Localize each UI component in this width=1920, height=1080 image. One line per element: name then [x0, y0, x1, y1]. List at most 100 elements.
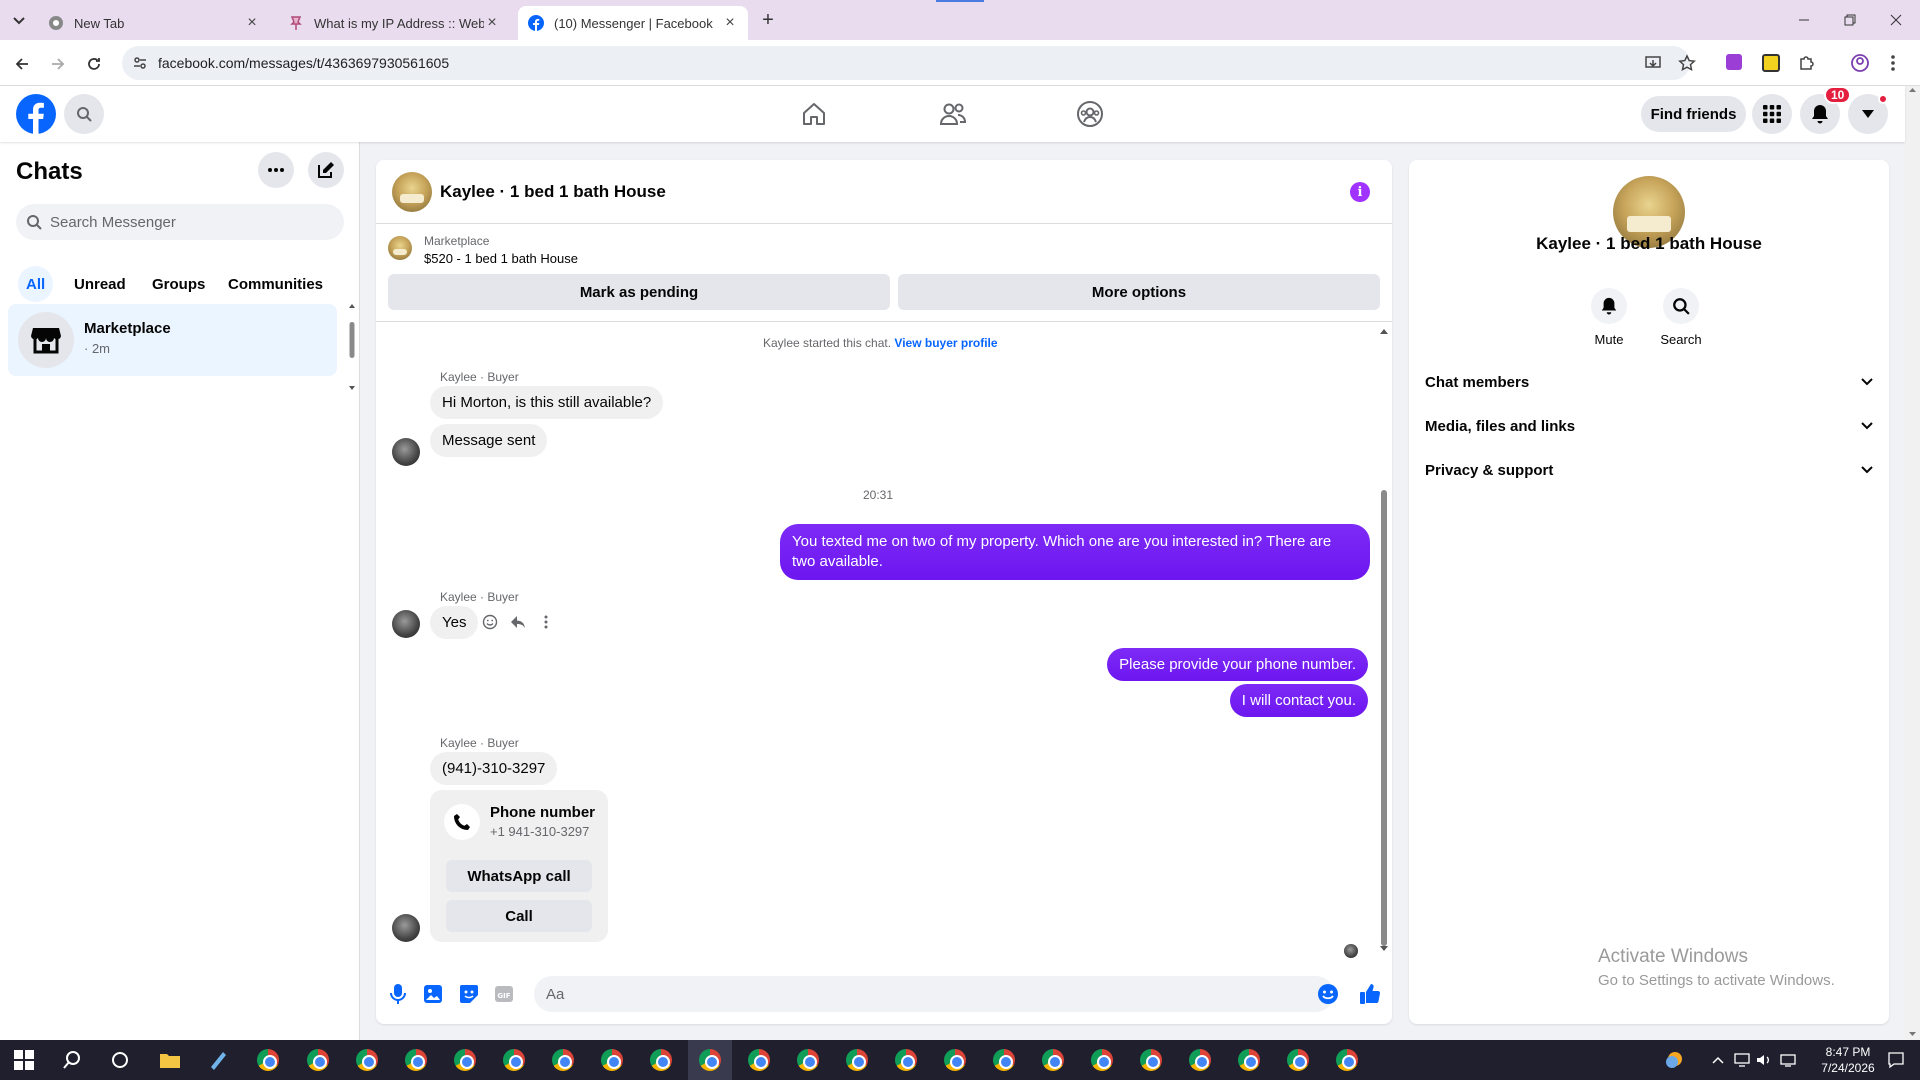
browser-menu-icon[interactable]	[1890, 53, 1896, 73]
bookmark-star-icon[interactable]	[1678, 54, 1696, 72]
incoming-message[interactable]: Message sent	[430, 424, 548, 457]
extension-purple-icon[interactable]	[1726, 54, 1742, 70]
forward-button[interactable]	[46, 52, 70, 76]
chrome-icon[interactable]	[796, 1048, 820, 1072]
chevron-up-icon[interactable]	[1706, 1048, 1730, 1072]
mark-as-pending-button[interactable]: Mark as pending	[388, 274, 890, 310]
chat-options-button[interactable]	[258, 152, 294, 188]
call-button[interactable]: Call	[446, 900, 592, 932]
weather-icon[interactable]	[1662, 1048, 1686, 1072]
notepad-icon[interactable]	[206, 1048, 230, 1072]
extension-yellow-icon[interactable]	[1762, 54, 1780, 72]
outgoing-message[interactable]: You texted me on two of my property. Whi…	[780, 524, 1370, 580]
close-icon[interactable]: ×	[244, 15, 260, 31]
chrome-icon[interactable]	[600, 1048, 624, 1072]
media-files-links-section[interactable]: Media, files and links	[1425, 406, 1873, 446]
display-icon[interactable]	[1730, 1048, 1754, 1072]
reload-button[interactable]	[82, 52, 106, 76]
chrome-icon[interactable]	[404, 1048, 428, 1072]
groups-icon[interactable]	[1074, 98, 1106, 130]
buyer-avatar[interactable]	[392, 914, 420, 942]
whatsapp-call-button[interactable]: WhatsApp call	[446, 860, 592, 892]
chrome-icon[interactable]	[1286, 1048, 1310, 1072]
chrome-icon[interactable]	[698, 1048, 722, 1072]
chrome-icon[interactable]	[1139, 1048, 1163, 1072]
chrome-icon[interactable]	[943, 1048, 967, 1072]
chrome-icon[interactable]	[453, 1048, 477, 1072]
incoming-message[interactable]: Hi Morton, is this still available?	[430, 386, 664, 419]
gif-icon[interactable]: GIF	[492, 982, 516, 1006]
chrome-icon[interactable]	[992, 1048, 1016, 1072]
new-tab-button[interactable]: +	[758, 10, 778, 30]
emoji-react-icon[interactable]	[480, 612, 500, 632]
filter-groups[interactable]: Groups	[144, 266, 213, 302]
facebook-search-button[interactable]	[64, 94, 104, 134]
task-view-icon[interactable]	[108, 1048, 132, 1072]
chrome-icon[interactable]	[845, 1048, 869, 1072]
chrome-icon[interactable]	[894, 1048, 918, 1072]
chrome-icon[interactable]	[649, 1048, 673, 1072]
chrome-icon[interactable]	[355, 1048, 379, 1072]
mute-button[interactable]: Mute	[1579, 288, 1639, 347]
chrome-icon[interactable]	[256, 1048, 280, 1072]
tab-new-tab[interactable]: New Tab ×	[38, 6, 270, 40]
back-button[interactable]	[10, 52, 34, 76]
view-buyer-profile-link[interactable]: View buyer profile	[894, 336, 997, 350]
chrome-icon[interactable]	[551, 1048, 575, 1072]
page-scrollbar[interactable]	[1905, 86, 1920, 1040]
system-clock[interactable]: 8:47 PM 7/24/2026	[1808, 1044, 1888, 1076]
address-bar[interactable]: facebook.com/messages/t/4363697930561605	[122, 46, 1696, 80]
profile-icon[interactable]	[1850, 53, 1870, 73]
more-vertical-icon[interactable]	[536, 612, 556, 632]
friends-icon[interactable]	[937, 98, 969, 130]
tab-messenger[interactable]: (10) Messenger | Facebook ×	[518, 6, 748, 40]
filter-all[interactable]: All	[18, 266, 54, 302]
chrome-icon[interactable]	[1090, 1048, 1114, 1072]
volume-icon[interactable]	[1752, 1048, 1776, 1072]
facebook-logo-icon[interactable]	[16, 94, 56, 134]
chat-members-section[interactable]: Chat members	[1425, 362, 1873, 402]
close-window-button[interactable]	[1888, 12, 1904, 28]
notification-center-icon[interactable]	[1884, 1048, 1908, 1072]
windows-start-icon[interactable]	[12, 1048, 36, 1072]
install-app-icon[interactable]	[1644, 54, 1662, 72]
chrome-icon[interactable]	[502, 1048, 526, 1072]
account-button[interactable]	[1848, 94, 1888, 134]
sidebar-scrollbar[interactable]	[348, 302, 356, 392]
thumbs-up-icon[interactable]	[1358, 982, 1382, 1006]
chrome-icon[interactable]	[306, 1048, 330, 1072]
info-icon[interactable]: i	[1350, 182, 1370, 202]
find-friends-button[interactable]: Find friends	[1641, 96, 1746, 132]
notifications-button[interactable]: 10	[1800, 86, 1852, 134]
tab-ip-address[interactable]: What is my IP Address :: WebBr ×	[278, 6, 510, 40]
close-icon[interactable]: ×	[484, 15, 500, 31]
buyer-avatar[interactable]	[392, 610, 420, 638]
network-icon[interactable]	[1776, 1048, 1800, 1072]
close-icon[interactable]: ×	[722, 15, 738, 31]
conversation-title[interactable]: Kaylee · 1 bed 1 bath House	[440, 182, 666, 202]
reply-icon[interactable]	[508, 612, 528, 632]
home-icon[interactable]	[798, 98, 830, 130]
chrome-icon[interactable]	[1188, 1048, 1212, 1072]
search-messenger-input[interactable]: Search Messenger	[16, 204, 344, 240]
chat-list-item[interactable]: Marketplace · 2m	[8, 304, 337, 376]
extensions-puzzle-icon[interactable]	[1798, 53, 1816, 71]
photo-icon[interactable]	[421, 982, 445, 1006]
microphone-icon[interactable]	[386, 982, 410, 1006]
incoming-message[interactable]: Yes	[430, 606, 479, 639]
filter-unread[interactable]: Unread	[66, 266, 134, 302]
outgoing-message[interactable]: Please provide your phone number.	[1107, 648, 1368, 681]
listing-avatar[interactable]	[392, 172, 432, 212]
chrome-icon[interactable]	[1041, 1048, 1065, 1072]
filter-communities[interactable]: Communities	[220, 266, 331, 302]
message-input[interactable]: Aa	[534, 976, 1334, 1012]
site-info-icon[interactable]	[132, 55, 148, 71]
messages-scrollbar[interactable]	[1377, 326, 1391, 956]
privacy-support-section[interactable]: Privacy & support	[1425, 450, 1873, 490]
buyer-avatar[interactable]	[392, 438, 420, 466]
taskbar-search-icon[interactable]	[60, 1048, 84, 1072]
restore-button[interactable]	[1842, 12, 1858, 28]
emoji-icon[interactable]	[1316, 982, 1340, 1006]
menu-grid-button[interactable]	[1752, 94, 1792, 134]
file-explorer-icon[interactable]	[158, 1048, 182, 1072]
